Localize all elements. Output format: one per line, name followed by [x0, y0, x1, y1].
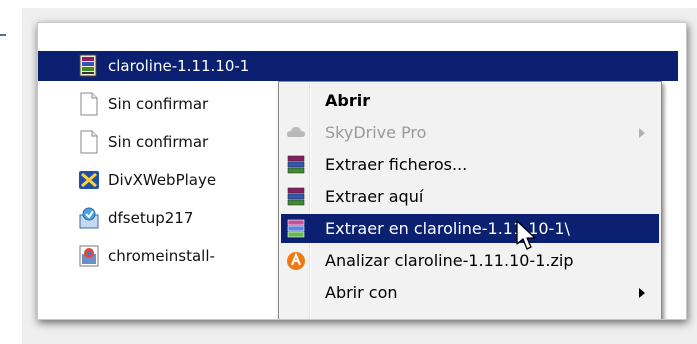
- winrar-icon: [285, 186, 307, 208]
- installer-icon: [78, 206, 100, 230]
- menu-item-extraer-ficheros[interactable]: Extraer ficheros...: [281, 150, 659, 179]
- decorative-tick: [0, 34, 6, 36]
- skydrive-icon: [285, 122, 307, 144]
- menu-item-abrir[interactable]: Abrir: [281, 86, 659, 115]
- menu-item-label: SkyDrive Pro: [325, 123, 427, 142]
- file-name: dfsetup217: [108, 209, 194, 227]
- menu-item-analizar[interactable]: Analizar claroline-1.11.10-1.zip: [281, 246, 659, 275]
- file-name: Sin confirmar: [108, 133, 209, 151]
- menu-item-label: Extraer ficheros...: [325, 155, 468, 174]
- file-name: claroline-1.11.10-1: [108, 57, 250, 75]
- submenu-arrow-icon: [639, 127, 645, 138]
- file-name: Sin confirmar: [108, 95, 209, 113]
- context-menu: Abrir SkyDrive Pro Extraer ficheros... E…: [278, 81, 662, 319]
- avast-icon: [285, 250, 307, 272]
- chrome-installer-icon: [78, 244, 100, 268]
- mouse-cursor-icon: [516, 220, 538, 254]
- menu-item-skydrive-pro[interactable]: SkyDrive Pro: [281, 118, 659, 147]
- submenu-arrow-icon: [639, 287, 645, 298]
- blank-file-icon: [78, 130, 100, 154]
- divx-icon: [78, 168, 100, 192]
- file-name: DivXWebPlaye: [108, 171, 217, 189]
- menu-item-extraer-aqui[interactable]: Extraer aquí: [281, 182, 659, 211]
- file-name: chromeinstall-: [108, 247, 215, 265]
- menu-item-abrir-con[interactable]: Abrir con: [281, 278, 659, 307]
- file-list-window: claroline-1.11.10-1 Sin confirmar Sin co…: [37, 22, 687, 320]
- blank-file-icon: [78, 92, 100, 116]
- menu-item-label: Abrir con: [325, 283, 398, 302]
- menu-item-extraer-en[interactable]: Extraer en claroline-1.11.10-1\: [281, 214, 659, 243]
- winrar-icon: [285, 154, 307, 176]
- menu-item-label: Extraer aquí: [325, 187, 424, 206]
- winrar-icon: [285, 218, 307, 240]
- archive-icon: [78, 54, 100, 78]
- menu-item-label: Abrir: [325, 91, 371, 110]
- file-row-claroline[interactable]: claroline-1.11.10-1: [38, 51, 678, 81]
